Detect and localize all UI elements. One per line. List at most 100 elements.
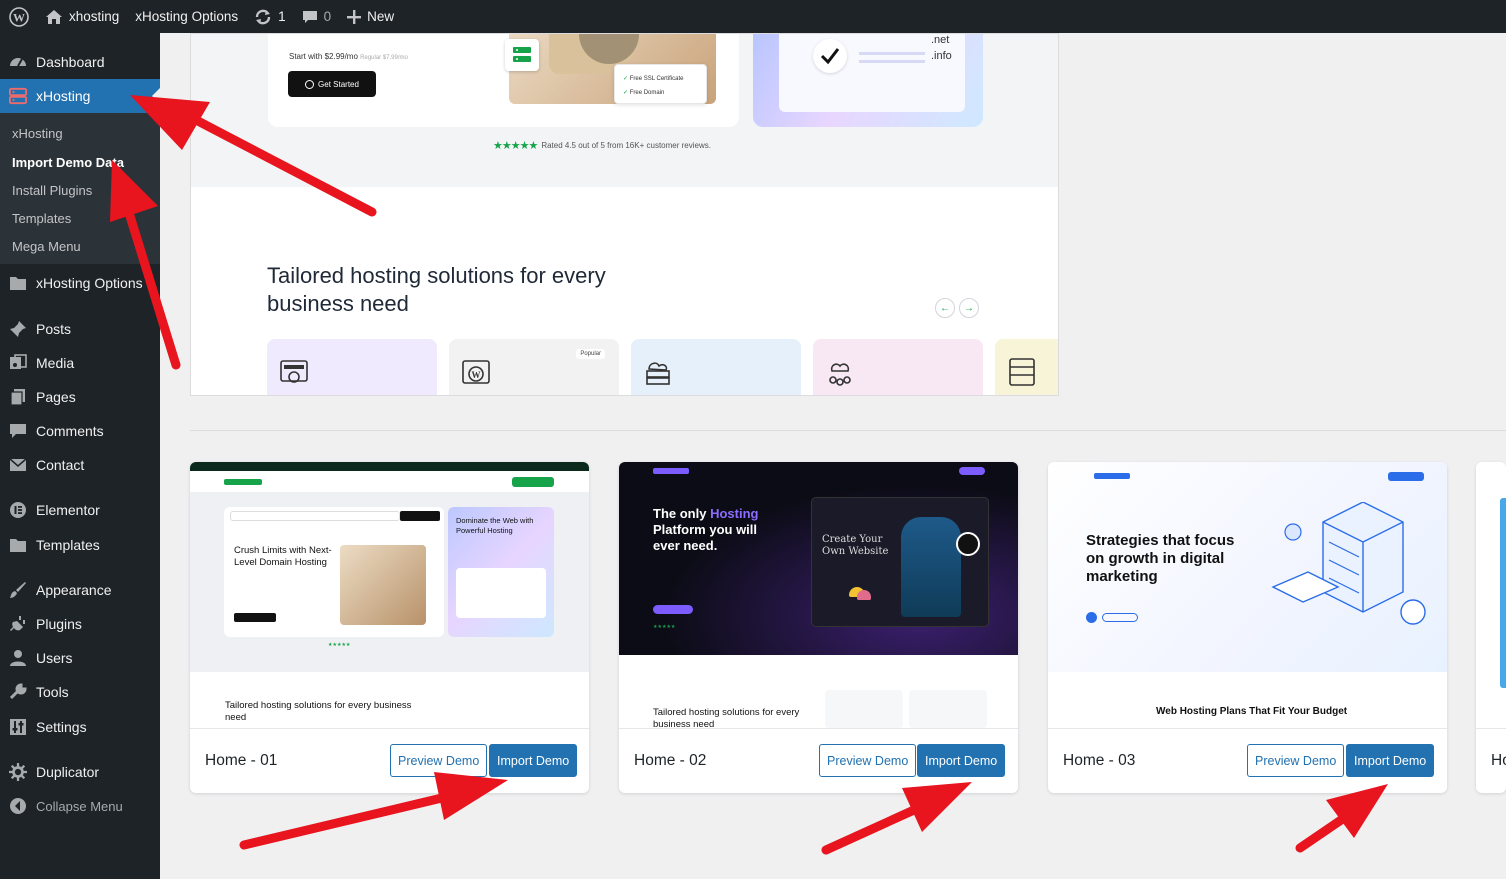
updates-count: 1 [278, 9, 286, 24]
sidebar-item-label: Duplicator [36, 764, 100, 780]
server-badge-icon [505, 39, 539, 71]
sidebar-item-tools[interactable]: Tools [0, 675, 160, 709]
media-icon [9, 354, 27, 372]
isometric-server-illustration [1271, 502, 1426, 625]
submenu-item-xhosting[interactable]: xHosting [12, 126, 63, 141]
preview-demo-button[interactable]: Preview Demo [390, 744, 488, 777]
home-icon [46, 9, 62, 24]
demo-thumbnail-home-03[interactable]: Strategies that focus on growth in digit… [1048, 462, 1447, 728]
thumb-handwritten-text: Create Your Own Website [822, 534, 889, 557]
thumb-headline: Strategies that focus on growth in digit… [1086, 532, 1235, 585]
preview-demo-button[interactable]: Preview Demo [1247, 744, 1345, 777]
sidebar-item-pages[interactable]: Pages [0, 380, 160, 414]
sidebar-item-label: Contact [36, 457, 85, 473]
submenu-item-templates[interactable]: Templates [12, 211, 71, 226]
demo-card-partial: Ho [1476, 462, 1506, 793]
arrow-left-icon[interactable]: ← [935, 298, 955, 318]
sidebar-item-users[interactable]: Users [0, 641, 160, 675]
thumb-stars: ★★★★★ [328, 642, 351, 648]
checkmark-icon [813, 39, 847, 73]
feature-card-wordpress: W Popular [449, 339, 619, 395]
preview-demo-button[interactable]: Preview Demo [819, 744, 917, 777]
submenu-item-import-demo-data[interactable]: Import Demo Data [12, 155, 124, 170]
sidebar-item-xhosting-options[interactable]: xHosting Options [0, 266, 160, 300]
wordpress-icon: W [462, 360, 490, 384]
feature-card-shared [267, 339, 437, 395]
import-demo-button[interactable]: Import Demo [1346, 744, 1435, 777]
star-rating-icon: ★★★★★ [493, 140, 538, 152]
thumb-section-title: Tailored hosting solutions for every bus… [653, 707, 800, 728]
features-popup: ✓ Free SSL Certificate ✓ Free Domain [614, 64, 707, 104]
feature-card-vps [631, 339, 801, 395]
tld-info-text: .info [931, 50, 952, 62]
xhosting-submenu: xHosting Import Demo Data Install Plugin… [0, 113, 160, 264]
sidebar-item-label: Pages [36, 389, 76, 405]
folder-icon [9, 274, 27, 292]
sidebar-item-dashboard[interactable]: Dashboard [0, 45, 160, 79]
server-icon [9, 87, 27, 105]
section-divider [190, 430, 1506, 431]
comments-count: 0 [323, 9, 332, 24]
demo-title: Home - 03 [1063, 752, 1136, 769]
sidebar-item-label: Templates [36, 537, 100, 553]
popular-badge: Popular [576, 349, 605, 359]
site-name-link[interactable]: xhosting [37, 0, 127, 33]
sidebar-item-comments[interactable]: Comments [0, 414, 160, 448]
cloud-network-icon [829, 363, 851, 386]
get-started-button[interactable]: Get Started [288, 71, 376, 97]
options-link[interactable]: xHosting Options [127, 0, 246, 33]
demo-thumbnail-home-02[interactable]: The only Hosting Platform you will ever … [619, 462, 1018, 728]
rating-line: ★★★★★ Rated 4.5 out of 5 from 16K+ custo… [493, 139, 711, 152]
thumb-side-headline: Dominate the Web with Powerful Hosting [456, 516, 534, 535]
thumb-section-title: Tailored hosting solutions for every bus… [225, 700, 412, 723]
collapse-icon [9, 797, 27, 815]
sidebar-item-templates[interactable]: Templates [0, 528, 160, 562]
pin-icon [9, 320, 27, 338]
demo-title: Ho [1491, 752, 1506, 769]
sidebar-item-label: xHosting Options [36, 275, 143, 291]
options-link-label: xHosting Options [135, 9, 239, 24]
collapse-menu-button[interactable]: Collapse Menu [0, 789, 160, 823]
tld-net-text: .net [931, 34, 950, 46]
updates-link[interactable]: 1 [246, 0, 294, 33]
active-menu-pointer [152, 88, 160, 104]
comment-icon [9, 422, 27, 440]
rating-text: Rated 4.5 out of 5 from 16K+ customer re… [541, 141, 711, 150]
import-demo-button[interactable]: Import Demo [917, 744, 1006, 777]
sidebar-item-appearance[interactable]: Appearance [0, 573, 160, 607]
sidebar-item-elementor[interactable]: Elementor [0, 493, 160, 527]
demo-title: Home - 02 [634, 752, 707, 769]
section-title: Tailored hosting solutions for every bus… [267, 263, 606, 316]
new-content-link[interactable]: New [339, 0, 402, 33]
pages-icon [9, 388, 27, 406]
plus-icon [347, 9, 362, 24]
arrow-right-icon[interactable]: → [959, 298, 979, 318]
wordpress-logo-icon[interactable]: W [0, 0, 37, 33]
demo-thumbnail-home-01[interactable]: Crush Limits with Next-Level Domain Host… [190, 462, 589, 728]
demo-card-home-01: Crush Limits with Next-Level Domain Host… [190, 462, 589, 793]
import-demo-button[interactable]: Import Demo [489, 744, 578, 777]
sidebar-item-label: Posts [36, 321, 72, 337]
sidebar-item-duplicator[interactable]: Duplicator [0, 755, 160, 789]
sidebar-item-xhosting[interactable]: xHosting [0, 79, 160, 113]
submenu-item-mega-menu[interactable]: Mega Menu [12, 239, 81, 254]
comments-link[interactable]: 0 [294, 0, 340, 33]
sidebar-item-media[interactable]: Media [0, 346, 160, 380]
sidebar-item-label: Dashboard [36, 54, 105, 70]
plug-icon [9, 615, 27, 633]
updates-icon [255, 9, 271, 24]
admin-sidebar: Dashboard xHosting xHosting Import Demo … [0, 33, 160, 879]
sidebar-item-settings[interactable]: Settings [0, 710, 160, 744]
sidebar-item-plugins[interactable]: Plugins [0, 607, 160, 641]
cloud-server-icon [646, 362, 670, 385]
submenu-item-install-plugins[interactable]: Install Plugins [12, 183, 92, 198]
tld-card: .net .info [779, 34, 965, 112]
sidebar-item-posts[interactable]: Posts [0, 312, 160, 346]
feature-card-dedicated [995, 339, 1058, 395]
new-label: New [367, 9, 395, 24]
sidebar-item-label: Settings [36, 719, 87, 735]
sidebar-item-contact[interactable]: Contact [0, 448, 160, 482]
get-started-label: Get Started [318, 79, 359, 89]
elementor-icon [9, 501, 27, 519]
sidebar-item-label: Appearance [36, 582, 112, 598]
